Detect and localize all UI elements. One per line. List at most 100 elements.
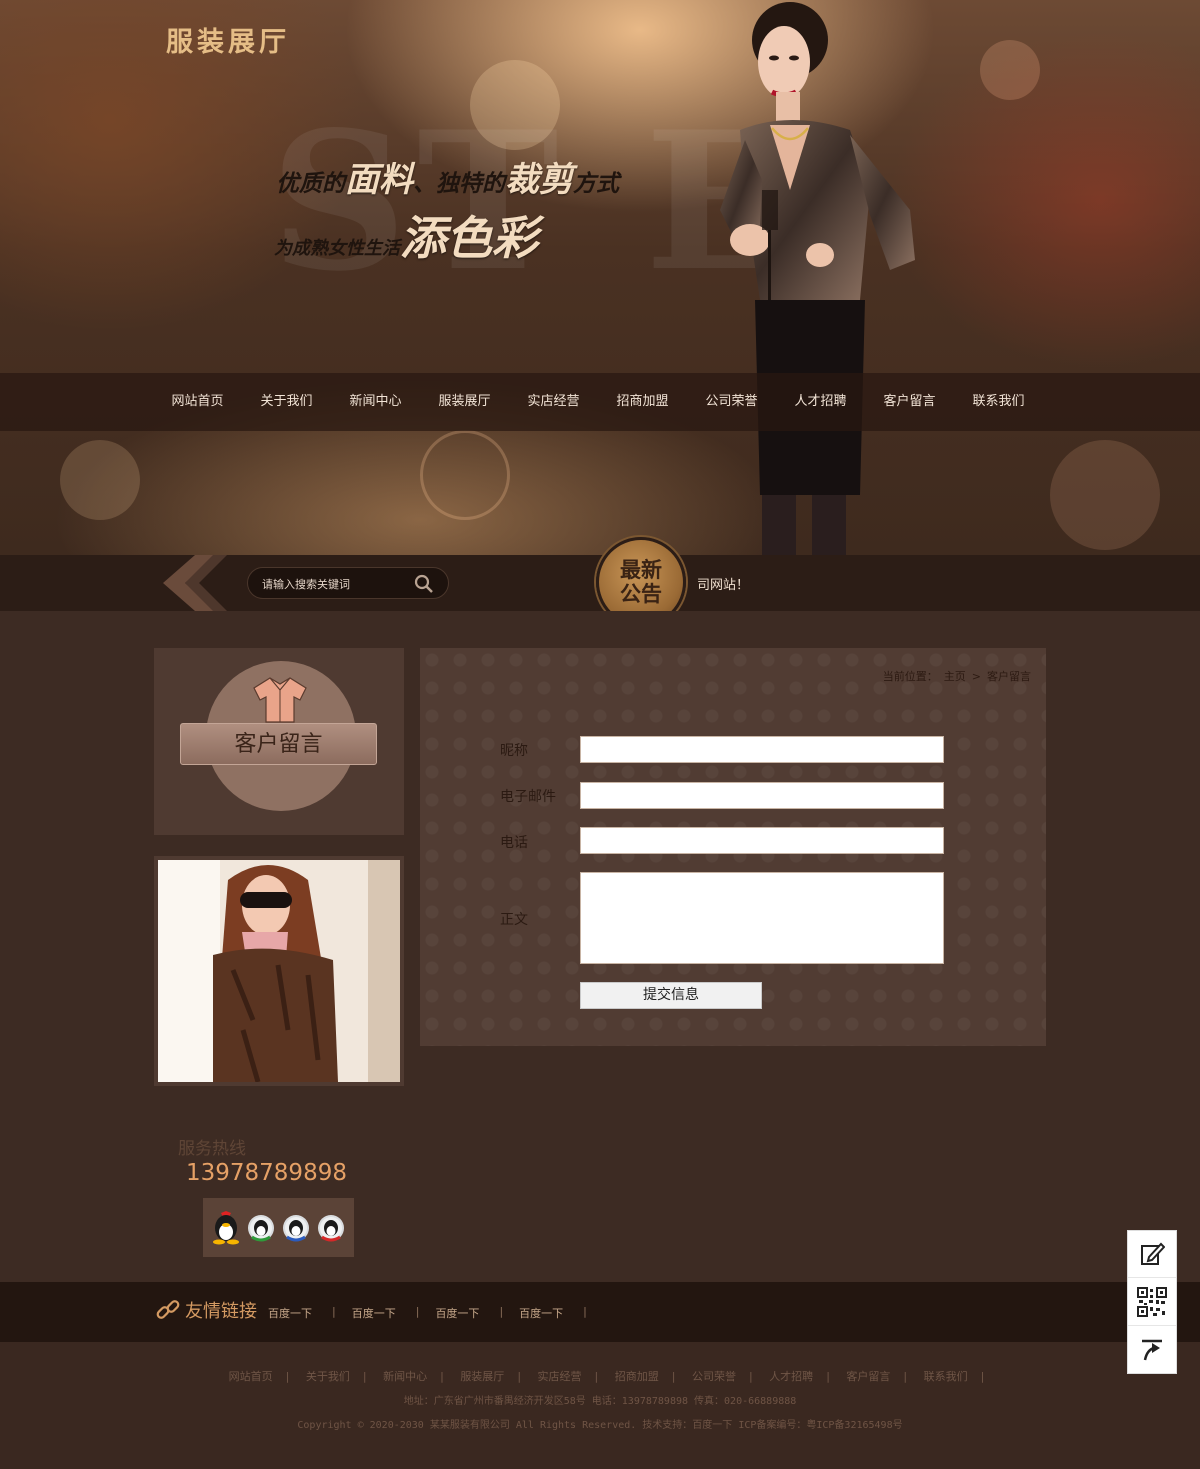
friend-links-title-text: 友情链接: [185, 1301, 257, 1322]
hero-slogan-line1: 优质的面料、独特的裁剪方式: [276, 152, 619, 201]
back-to-top-icon: [1142, 1339, 1162, 1360]
edit-icon: [1141, 1242, 1165, 1265]
email-field[interactable]: [581, 783, 943, 808]
footer-nav-jobs[interactable]: 人才招聘: [769, 1368, 813, 1384]
footer-separator: |: [748, 1370, 753, 1383]
hotline-number: 13978789898: [186, 1160, 347, 1186]
footer-nav-showroom[interactable]: 服装展厅: [460, 1368, 504, 1384]
nav-item-jobs[interactable]: 人才招聘: [776, 373, 865, 431]
sidebar-fashion-photo: [154, 856, 404, 1086]
footer-separator: |: [903, 1370, 908, 1383]
qq-contacts: [203, 1198, 354, 1257]
footer-address: 地址：广东省广州市番禺经济开发区58号 电话：13978789898 传真：02…: [403, 1396, 797, 1407]
qq-penguin-icon[interactable]: [211, 1210, 241, 1245]
nav-item-stores[interactable]: 实店经营: [509, 373, 598, 431]
notice-marquee-text[interactable]: 司网站！: [697, 574, 749, 593]
bokeh-light: [980, 40, 1040, 100]
slogan-highlight: 裁剪: [505, 160, 573, 200]
friend-links-list: 百度一下 | 百度一下 | 百度一下 | 百度一下 |: [268, 1305, 603, 1321]
model-figure-image: [720, 2, 915, 555]
qq-contact-red-icon[interactable]: [316, 1211, 346, 1245]
bokeh-light: [1050, 440, 1160, 550]
submit-button[interactable]: 提交信息: [580, 982, 762, 1009]
slogan-text: 方式: [573, 171, 619, 197]
nav-item-news[interactable]: 新闻中心: [331, 373, 420, 431]
sidebar-section-title: 客户留言: [180, 723, 377, 765]
floating-toolbar: [1127, 1230, 1177, 1374]
slogan-highlight: 面料: [345, 160, 413, 200]
email-label: 电子邮件: [500, 789, 556, 805]
message-shortcut-button[interactable]: [1128, 1231, 1176, 1278]
body-textarea[interactable]: [581, 873, 943, 963]
breadcrumb-prefix: 当前位置：: [882, 670, 938, 683]
body-label: 正文: [500, 912, 528, 928]
search-icon[interactable]: [414, 574, 434, 594]
footer-nav-honors[interactable]: 公司荣誉: [692, 1368, 736, 1384]
footer-nav-news[interactable]: 新闻中心: [383, 1368, 427, 1384]
phone-field-wrapper: [580, 827, 944, 854]
footer-nav-about[interactable]: 关于我们: [306, 1368, 350, 1384]
footer-nav-stores[interactable]: 实店经营: [538, 1368, 582, 1384]
shirt-icon: [253, 677, 307, 723]
footer-nav-home[interactable]: 网站首页: [229, 1368, 273, 1384]
friend-links-title: 友情链接: [155, 1297, 257, 1323]
chevron-left-icon: [163, 555, 227, 611]
friend-link[interactable]: 百度一下: [519, 1305, 563, 1321]
hotline-label: 服务热线: [178, 1139, 246, 1159]
qq-contact-green-icon[interactable]: [246, 1211, 276, 1245]
footer-nav: 网站首页 | 关于我们 | 新闻中心 | 服装展厅 | 实店经营 | 招商加盟 | 公司荣誉…: [0, 1368, 1200, 1384]
footer-nav-contact[interactable]: 联系我们: [924, 1368, 968, 1384]
footer-nav-franchise[interactable]: 招商加盟: [615, 1368, 659, 1384]
nav-item-honors[interactable]: 公司荣誉: [687, 373, 776, 431]
fashion-model-image: [158, 860, 400, 1082]
hero-slogan-line2: 为成熟女性生活添色彩: [274, 202, 538, 268]
search-input[interactable]: [262, 574, 412, 594]
hero-banner: ST E 服装展厅 优质的面料、独特的裁剪方式 为成熟女性生活添色彩: [0, 0, 1200, 555]
footer-separator: |: [362, 1370, 367, 1383]
qrcode-icon: [1137, 1287, 1167, 1317]
bokeh-light: [60, 440, 140, 520]
phone-label: 电话: [500, 835, 528, 851]
footer-separator: |: [440, 1370, 444, 1383]
back-to-top-button[interactable]: [1128, 1327, 1176, 1374]
slogan-text: 优质的: [276, 171, 345, 197]
nav-item-home[interactable]: 网站首页: [153, 373, 242, 431]
friend-link[interactable]: 百度一下: [268, 1305, 312, 1321]
footer-separator: |: [671, 1370, 676, 1383]
phone-field[interactable]: [581, 828, 943, 853]
nav-item-messages[interactable]: 客户留言: [865, 373, 954, 431]
qq-contact-blue-icon[interactable]: [281, 1211, 311, 1245]
message-form-panel: 当前位置： 主页 > 客户留言 昵称 电子邮件 电话 正文 提交信息: [420, 648, 1046, 1046]
breadcrumb-home-link[interactable]: 主页: [944, 670, 966, 683]
qrcode-button[interactable]: [1128, 1279, 1176, 1326]
bokeh-ring: [420, 430, 510, 520]
friend-link[interactable]: 百度一下: [435, 1305, 479, 1321]
friend-link[interactable]: 百度一下: [352, 1305, 396, 1321]
footer-copyright: Copyright © 2020-2030 某某服装有限公司 All Right…: [297, 1420, 903, 1431]
notice-badge-line2: 公告: [620, 582, 662, 606]
nav-item-franchise[interactable]: 招商加盟: [598, 373, 687, 431]
nickname-label: 昵称: [500, 743, 528, 759]
nav-item-about[interactable]: 关于我们: [242, 373, 331, 431]
body-field-wrapper: [580, 872, 944, 964]
site-logo[interactable]: 服装展厅: [166, 20, 290, 59]
link-separator: |: [499, 1305, 504, 1318]
link-chain-icon: [156, 1300, 180, 1319]
footer-separator: |: [285, 1370, 290, 1383]
slogan-text: 为成熟女性生活: [274, 238, 400, 259]
notice-badge-line1: 最新: [620, 558, 662, 582]
link-separator: |: [583, 1305, 587, 1318]
footer-nav-messages[interactable]: 客户留言: [846, 1368, 890, 1384]
nav-item-showroom[interactable]: 服装展厅: [420, 373, 509, 431]
footer-separator: |: [517, 1370, 522, 1383]
email-field-wrapper: [580, 782, 944, 809]
footer-separator: |: [980, 1370, 985, 1383]
nav-item-contact[interactable]: 联系我们: [954, 373, 1043, 431]
footer-separator: |: [826, 1370, 830, 1383]
link-separator: |: [415, 1305, 420, 1318]
breadcrumb-separator: >: [971, 670, 981, 683]
nickname-field[interactable]: [581, 737, 943, 762]
main-nav: 网站首页 关于我们 新闻中心 服装展厅 实店经营 招商加盟 公司荣誉 人才招聘 …: [0, 373, 1200, 431]
slogan-text: 、独特的: [413, 171, 505, 197]
nickname-field-wrapper: [580, 736, 944, 763]
